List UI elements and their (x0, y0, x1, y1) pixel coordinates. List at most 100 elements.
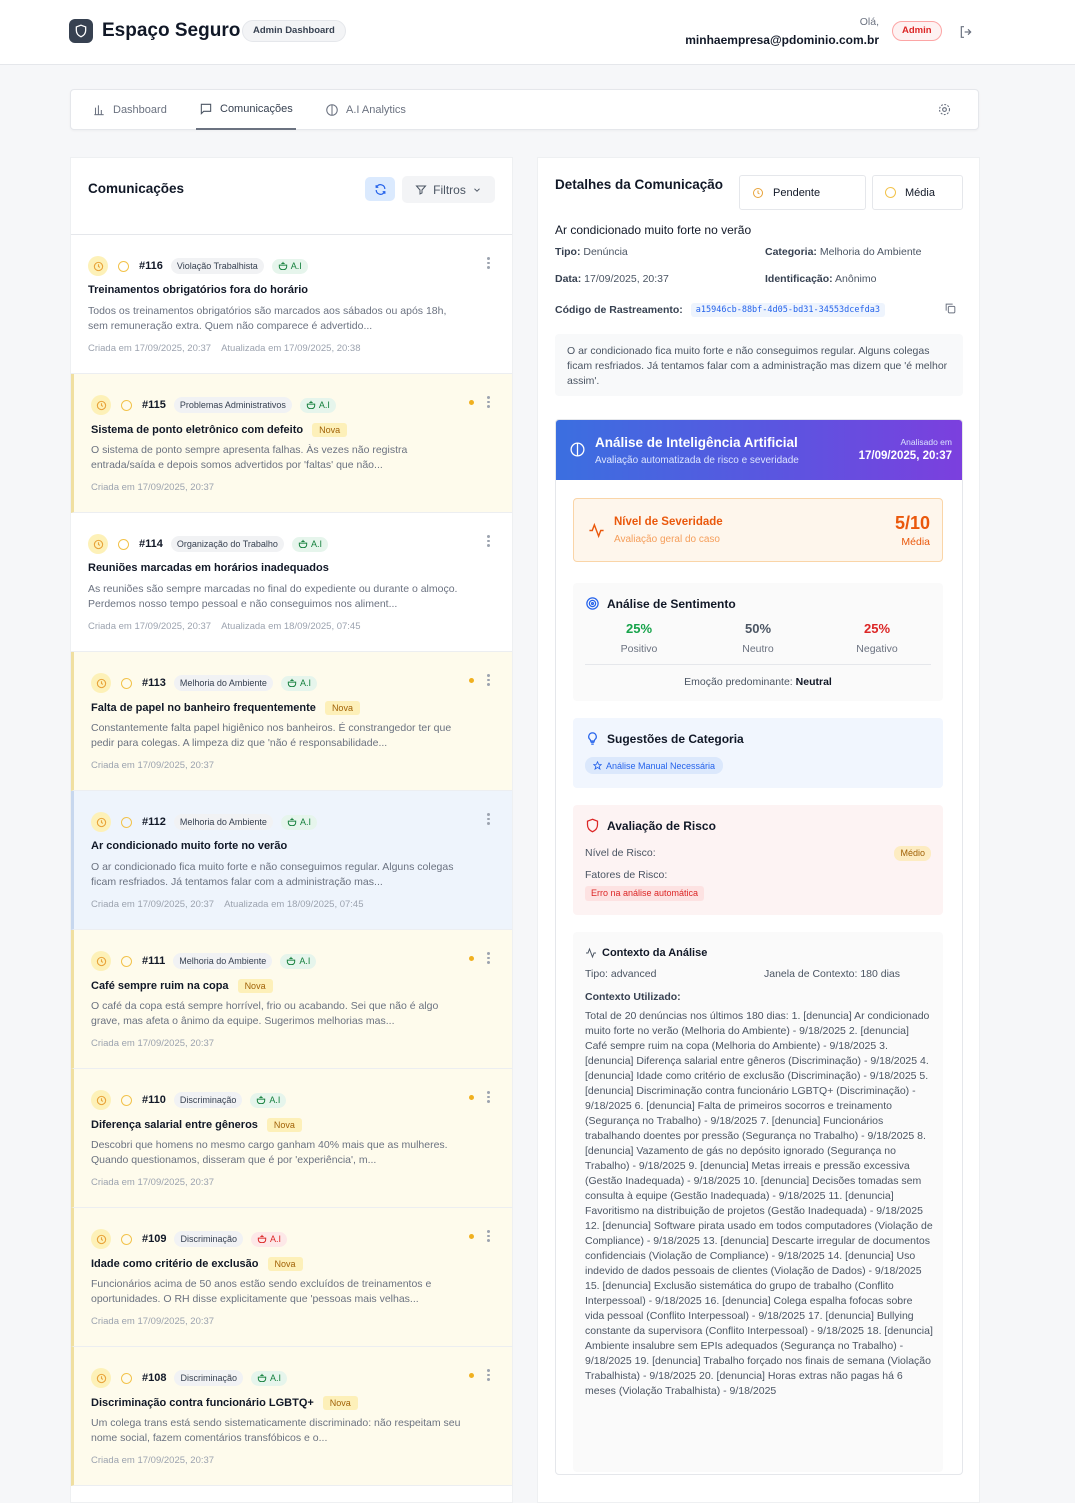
item-header: #110 Discriminação A.I (91, 1090, 287, 1110)
item-id: #114 (139, 538, 163, 550)
item-created: Criada em 17/09/2025, 20:37 (91, 1455, 215, 1466)
tab-ai-analytics[interactable]: A.I Analytics (325, 90, 406, 130)
item-header: #111 Melhoria do Ambiente A.I (91, 951, 317, 971)
status-label: Pendente (773, 186, 821, 199)
item-title: Falta de papel no banheiro frequentement… (91, 702, 316, 714)
ai-tag-label: A.I (270, 1234, 282, 1244)
item-id: #110 (142, 1094, 166, 1106)
item-created: Criada em 17/09/2025, 20:37 (88, 343, 212, 354)
sentiment-positive-label: Positivo (620, 643, 658, 655)
more-options-icon[interactable] (487, 1230, 490, 1242)
more-options-icon[interactable] (487, 396, 490, 408)
user-email: minhaempresa@pdominio.com.br (685, 33, 879, 47)
list-item[interactable]: #112 Melhoria do Ambiente A.I Ar condiciona… (71, 791, 512, 930)
ai-subtitle: Avaliação automatizada de risco e severi… (595, 455, 799, 466)
gear-icon[interactable] (937, 102, 952, 120)
tracking-code-row: Código de Rastreamento: a15946cb-88bf-4d… (555, 303, 885, 317)
ai-pot-icon (278, 261, 288, 272)
item-title-row: Idade como critério de exclusão Nova (91, 1257, 303, 1271)
unread-dot (469, 956, 474, 961)
sentiment-box: Análise de Sentimento 25% Positivo 50% N… (573, 583, 943, 701)
logout-icon[interactable] (958, 24, 974, 43)
item-dates: Criada em 17/09/2025, 20:37 (91, 1038, 214, 1049)
brand-name: Espaço Seguro (102, 20, 241, 41)
unread-dot (469, 1373, 474, 1378)
ai-tag: A.I (251, 1370, 288, 1386)
item-category: Melhoria do Ambiente (173, 675, 273, 691)
clock-icon (91, 812, 111, 832)
list-item[interactable]: #114 Organização do Trabalho A.I Reuniões m… (71, 513, 512, 652)
item-id: #116 (139, 260, 163, 272)
severity-title: Nível de Severidade (614, 516, 723, 528)
list-item[interactable]: #116 Violação Trabalhista A.I Treinamentos … (71, 235, 512, 374)
detail-title: Detalhes da Comunicação (555, 177, 724, 192)
list-item[interactable]: #110 Discriminação A.I Diferença salarial e… (71, 1069, 512, 1208)
risk-assessment-box: Avaliação de Risco Nível de Risco: Médio… (573, 805, 943, 915)
item-description: O sistema de ponto sempre apresenta falh… (91, 444, 408, 471)
sentiment-neutral-pct: 50% (744, 621, 772, 636)
list-item[interactable]: #111 Melhoria do Ambiente A.I Café sempre r… (71, 930, 512, 1069)
clock-icon (91, 1368, 111, 1388)
data-value: 17/09/2025, 20:37 (581, 273, 669, 285)
ai-pot-icon (256, 1095, 266, 1106)
clock-icon (88, 534, 108, 554)
nova-badge: Nova (324, 701, 360, 715)
filters-button[interactable]: Filtros (402, 176, 495, 203)
sentiment-negative-label: Negativo (856, 643, 898, 655)
more-options-icon[interactable] (487, 1369, 490, 1381)
item-dates: Criada em 17/09/2025, 20:37 Atualizada em… (91, 899, 364, 910)
ai-pot-icon (286, 956, 296, 967)
shield-icon (586, 818, 599, 833)
item-id: #113 (142, 677, 166, 689)
priority-select[interactable]: Média (872, 175, 963, 210)
list-item[interactable]: #109 Discriminação A.I Idade como critério … (71, 1208, 512, 1347)
item-dates: Criada em 17/09/2025, 20:37 (91, 1177, 214, 1188)
priority-label: Média (905, 186, 935, 199)
clock-icon (91, 1090, 111, 1110)
context-type: Tipo: advanced (585, 968, 657, 980)
item-description: Funcionários acima de 50 anos estão send… (91, 1278, 432, 1305)
tab-dashboard[interactable]: Dashboard (92, 90, 167, 130)
sentiment-neutral-label: Neutro (742, 643, 774, 655)
communications-list-panel: Comunicações Filtros #116 Violação Trabal… (70, 157, 513, 1503)
copy-icon[interactable] (944, 302, 957, 318)
item-header: #109 Discriminação A.I (91, 1229, 288, 1249)
item-created: Criada em 17/09/2025, 20:37 (88, 621, 212, 632)
item-category: Problemas Administrativos (173, 397, 292, 413)
detail-data: Data: 17/09/2025, 20:37 (555, 273, 669, 285)
severity-box: Nível de Severidade Avaliação geral do c… (573, 498, 943, 562)
lightbulb-icon (588, 732, 597, 745)
item-created: Criada em 17/09/2025, 20:37 (91, 1038, 215, 1049)
more-options-icon[interactable] (487, 952, 490, 964)
status-select[interactable]: Pendente (739, 175, 866, 210)
list-item[interactable]: #115 Problemas Administrativos A.I Sistema … (71, 374, 512, 513)
refresh-button[interactable] (365, 177, 395, 201)
more-options-icon[interactable] (487, 674, 490, 686)
list-title: Comunicações (88, 181, 185, 196)
category-suggestions-box: Sugestões de Categoria Análise Manual Ne… (573, 718, 943, 788)
activity-icon (589, 522, 604, 539)
categoria-key: Categoria: (765, 246, 817, 258)
more-options-icon[interactable] (487, 813, 490, 825)
analysis-context-box: Contexto da Análise Tipo: advanced Janel… (573, 932, 943, 1472)
list-item[interactable]: #108 Discriminação A.I Discriminação contra… (71, 1347, 512, 1486)
context-title: Contexto da Análise (602, 947, 708, 959)
shield-logo-icon (69, 19, 93, 43)
more-options-icon[interactable] (487, 535, 490, 547)
item-dates: Criada em 17/09/2025, 20:37 Atualizada em… (88, 343, 361, 354)
more-options-icon[interactable] (487, 1091, 490, 1103)
tab-comunicacoes[interactable]: Comunicações (196, 90, 296, 130)
list-item[interactable]: #113 Melhoria do Ambiente A.I Falta de pape… (71, 652, 512, 791)
ai-tag-label: A.I (299, 817, 311, 827)
detail-description: O ar condicionado fica muito forte e não… (555, 334, 963, 396)
priority-circle-icon (121, 677, 132, 689)
star-icon (593, 761, 602, 770)
item-updated: Atualizada em 17/09/2025, 20:38 (221, 343, 361, 354)
tab-label: Dashboard (113, 104, 167, 116)
item-title: Discriminação contra funcionário LGBTQ+ (91, 1397, 314, 1409)
item-description: Constantemente falta papel higiênico nos… (91, 722, 452, 749)
suggestions-title: Sugestões de Categoria (607, 732, 744, 746)
ai-tag-label: A.I (310, 539, 322, 549)
more-options-icon[interactable] (487, 257, 490, 269)
item-description: Todos os treinamentos obrigatórios são m… (88, 305, 447, 332)
